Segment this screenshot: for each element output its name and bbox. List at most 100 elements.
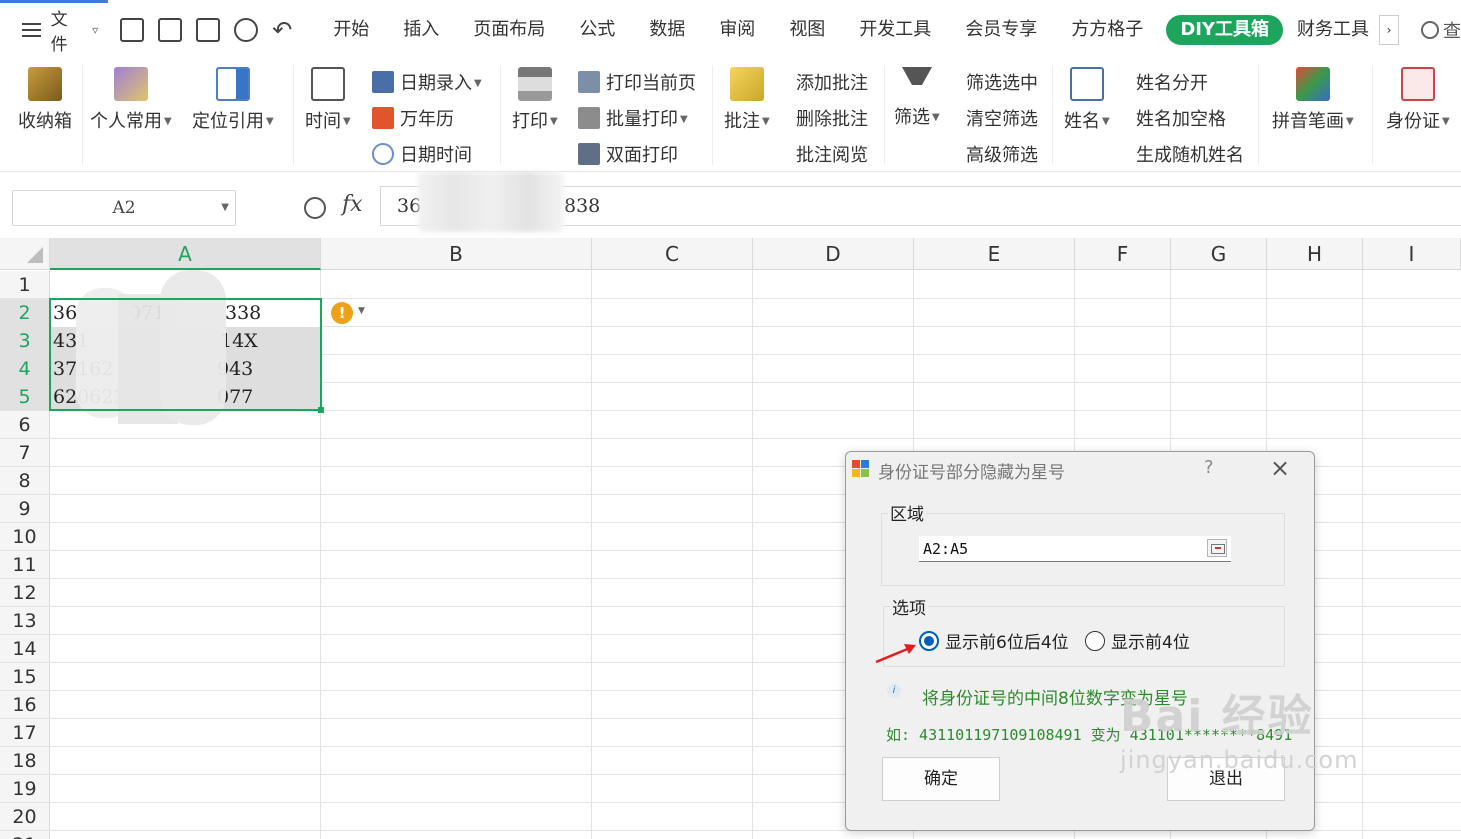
perpetual-calendar-button[interactable]: 万年历	[372, 105, 454, 131]
view-comments-button[interactable]: 批注阅览	[796, 141, 868, 167]
duplex-print-button[interactable]: 双面打印	[578, 141, 678, 167]
hamburger-icon	[22, 23, 41, 37]
row-header-21[interactable]: 21	[0, 831, 50, 839]
tab-view[interactable]: 视图	[772, 15, 842, 45]
row-header-13[interactable]: 13	[0, 607, 50, 635]
tab-review[interactable]: 审阅	[702, 15, 772, 45]
tab-developer[interactable]: 开发工具	[842, 15, 948, 45]
split-name-button[interactable]: 姓名分开	[1136, 69, 1208, 95]
tab-finance[interactable]: 财务工具	[1289, 15, 1377, 45]
delete-comment-button[interactable]: 删除批注	[796, 105, 868, 131]
chevron-down-icon[interactable]: ▼	[221, 191, 229, 225]
row-header-20[interactable]: 20	[0, 803, 50, 831]
storage-box-button[interactable]: 收纳箱	[18, 67, 72, 133]
row-header-5[interactable]: 5	[0, 383, 50, 411]
pinyin-stroke-button[interactable]: 拼音笔画 ▼	[1272, 67, 1354, 133]
select-all-corner[interactable]	[0, 238, 50, 270]
advanced-filter-button[interactable]: 高级筛选	[966, 141, 1038, 167]
insert-function-button[interactable]: fx	[342, 192, 363, 217]
column-header-a[interactable]: A	[50, 238, 321, 270]
gridline	[1362, 270, 1363, 839]
filter-button[interactable]: 筛选 ▼	[894, 67, 940, 129]
column-header-g[interactable]: G	[1171, 238, 1267, 270]
row-header-10[interactable]: 10	[0, 523, 50, 551]
comment-button[interactable]: 批注 ▼	[724, 67, 770, 133]
area-group-label: 区域	[888, 500, 926, 525]
export-icon[interactable]	[158, 18, 183, 42]
column-header-d[interactable]: D	[753, 238, 914, 270]
row-header-16[interactable]: 16	[0, 691, 50, 719]
time-button[interactable]: 时间 ▼	[305, 67, 351, 133]
locate-reference-icon	[215, 67, 250, 101]
name-box[interactable]: A2 ▼	[12, 190, 236, 226]
column-header-f[interactable]: F	[1075, 238, 1171, 270]
radio-first4[interactable]: 显示前4位	[1085, 628, 1190, 653]
locate-reference-button[interactable]: 定位引用 ▼	[192, 67, 274, 133]
comment-note-icon	[729, 67, 764, 101]
row-header-6[interactable]: 6	[0, 411, 50, 439]
save-icon[interactable]	[120, 18, 145, 42]
row-header-2[interactable]: 2	[0, 299, 50, 327]
caret-icon: ▼	[680, 114, 688, 125]
dialog-title-bar[interactable]: 身份证号部分隐藏为星号 ? ×	[846, 452, 1314, 486]
tab-data[interactable]: 数据	[632, 15, 702, 45]
row-header-17[interactable]: 17	[0, 719, 50, 747]
ok-button[interactable]: 确定	[882, 757, 1000, 801]
help-button[interactable]: ?	[1204, 457, 1214, 478]
tab-member[interactable]: 会员专享	[948, 15, 1054, 45]
tab-formulas[interactable]: 公式	[562, 15, 632, 45]
tab-page-layout[interactable]: 页面布局	[456, 15, 562, 45]
print-page-icon	[578, 71, 600, 93]
column-header-b[interactable]: B	[321, 238, 592, 270]
range-input[interactable]: A2:A5	[919, 536, 1231, 562]
print-button[interactable]: 打印 ▼	[512, 67, 558, 133]
row-header-14[interactable]: 14	[0, 635, 50, 663]
close-button[interactable]: ×	[1270, 454, 1290, 482]
id-card-button[interactable]: 身份证 ▼	[1386, 67, 1450, 133]
column-header-i[interactable]: I	[1363, 238, 1461, 270]
tab-fangfang[interactable]: 方方格子	[1054, 15, 1160, 45]
filter-selected-button[interactable]: 筛选选中	[966, 69, 1038, 95]
error-warning-icon[interactable]: !	[331, 302, 353, 324]
print-preview-icon[interactable]	[234, 18, 259, 42]
row-header-1[interactable]: 1	[0, 271, 50, 299]
row-header-12[interactable]: 12	[0, 579, 50, 607]
row-header-7[interactable]: 7	[0, 439, 50, 467]
row-header-11[interactable]: 11	[0, 551, 50, 579]
chevron-down-icon[interactable]: ▼	[358, 306, 365, 316]
date-entry-button[interactable]: 日期录入 ▼	[372, 69, 482, 95]
row-header-9[interactable]: 9	[0, 495, 50, 523]
column-header-h[interactable]: H	[1267, 238, 1363, 270]
name-button[interactable]: 姓名 ▼	[1064, 67, 1110, 133]
file-menu[interactable]: 文件 ▿	[22, 5, 98, 55]
tab-home[interactable]: 开始	[316, 15, 386, 45]
add-comment-button[interactable]: 添加批注	[796, 69, 868, 95]
row-header-18[interactable]: 18	[0, 747, 50, 775]
row-header-19[interactable]: 19	[0, 775, 50, 803]
row-header-15[interactable]: 15	[0, 663, 50, 691]
printer-icon	[517, 67, 552, 101]
undo-icon[interactable]: ↶	[272, 16, 292, 44]
column-header-c[interactable]: C	[592, 238, 753, 270]
print-current-page-button[interactable]: 打印当前页	[578, 69, 696, 95]
personal-common-button[interactable]: 个人常用 ▼	[90, 67, 172, 133]
zoom-formula-icon[interactable]	[304, 197, 326, 219]
row-header-3[interactable]: 3	[0, 327, 50, 355]
more-tabs-button[interactable]: ›	[1379, 15, 1399, 45]
row-header-8[interactable]: 8	[0, 467, 50, 495]
random-name-button[interactable]: 生成随机姓名	[1136, 141, 1244, 167]
name-add-space-button[interactable]: 姓名加空格	[1136, 105, 1226, 131]
column-header-e[interactable]: E	[914, 238, 1075, 270]
tab-diy-toolbox[interactable]: DIY工具箱	[1166, 15, 1283, 45]
name-box-value: A2	[112, 198, 136, 218]
date-time-button[interactable]: 日期时间	[372, 141, 472, 167]
print-icon[interactable]	[196, 18, 221, 42]
tab-insert[interactable]: 插入	[386, 15, 456, 45]
caret-icon: ▼	[164, 116, 172, 127]
row-header-4[interactable]: 4	[0, 355, 50, 383]
radio-first6-last4[interactable]: 显示前6位后4位	[919, 628, 1069, 653]
batch-print-button[interactable]: 批量打印 ▼	[578, 105, 688, 131]
clear-filter-button[interactable]: 清空筛选	[966, 105, 1038, 131]
search-button[interactable]: 查	[1421, 17, 1461, 43]
range-select-icon[interactable]	[1207, 539, 1227, 557]
